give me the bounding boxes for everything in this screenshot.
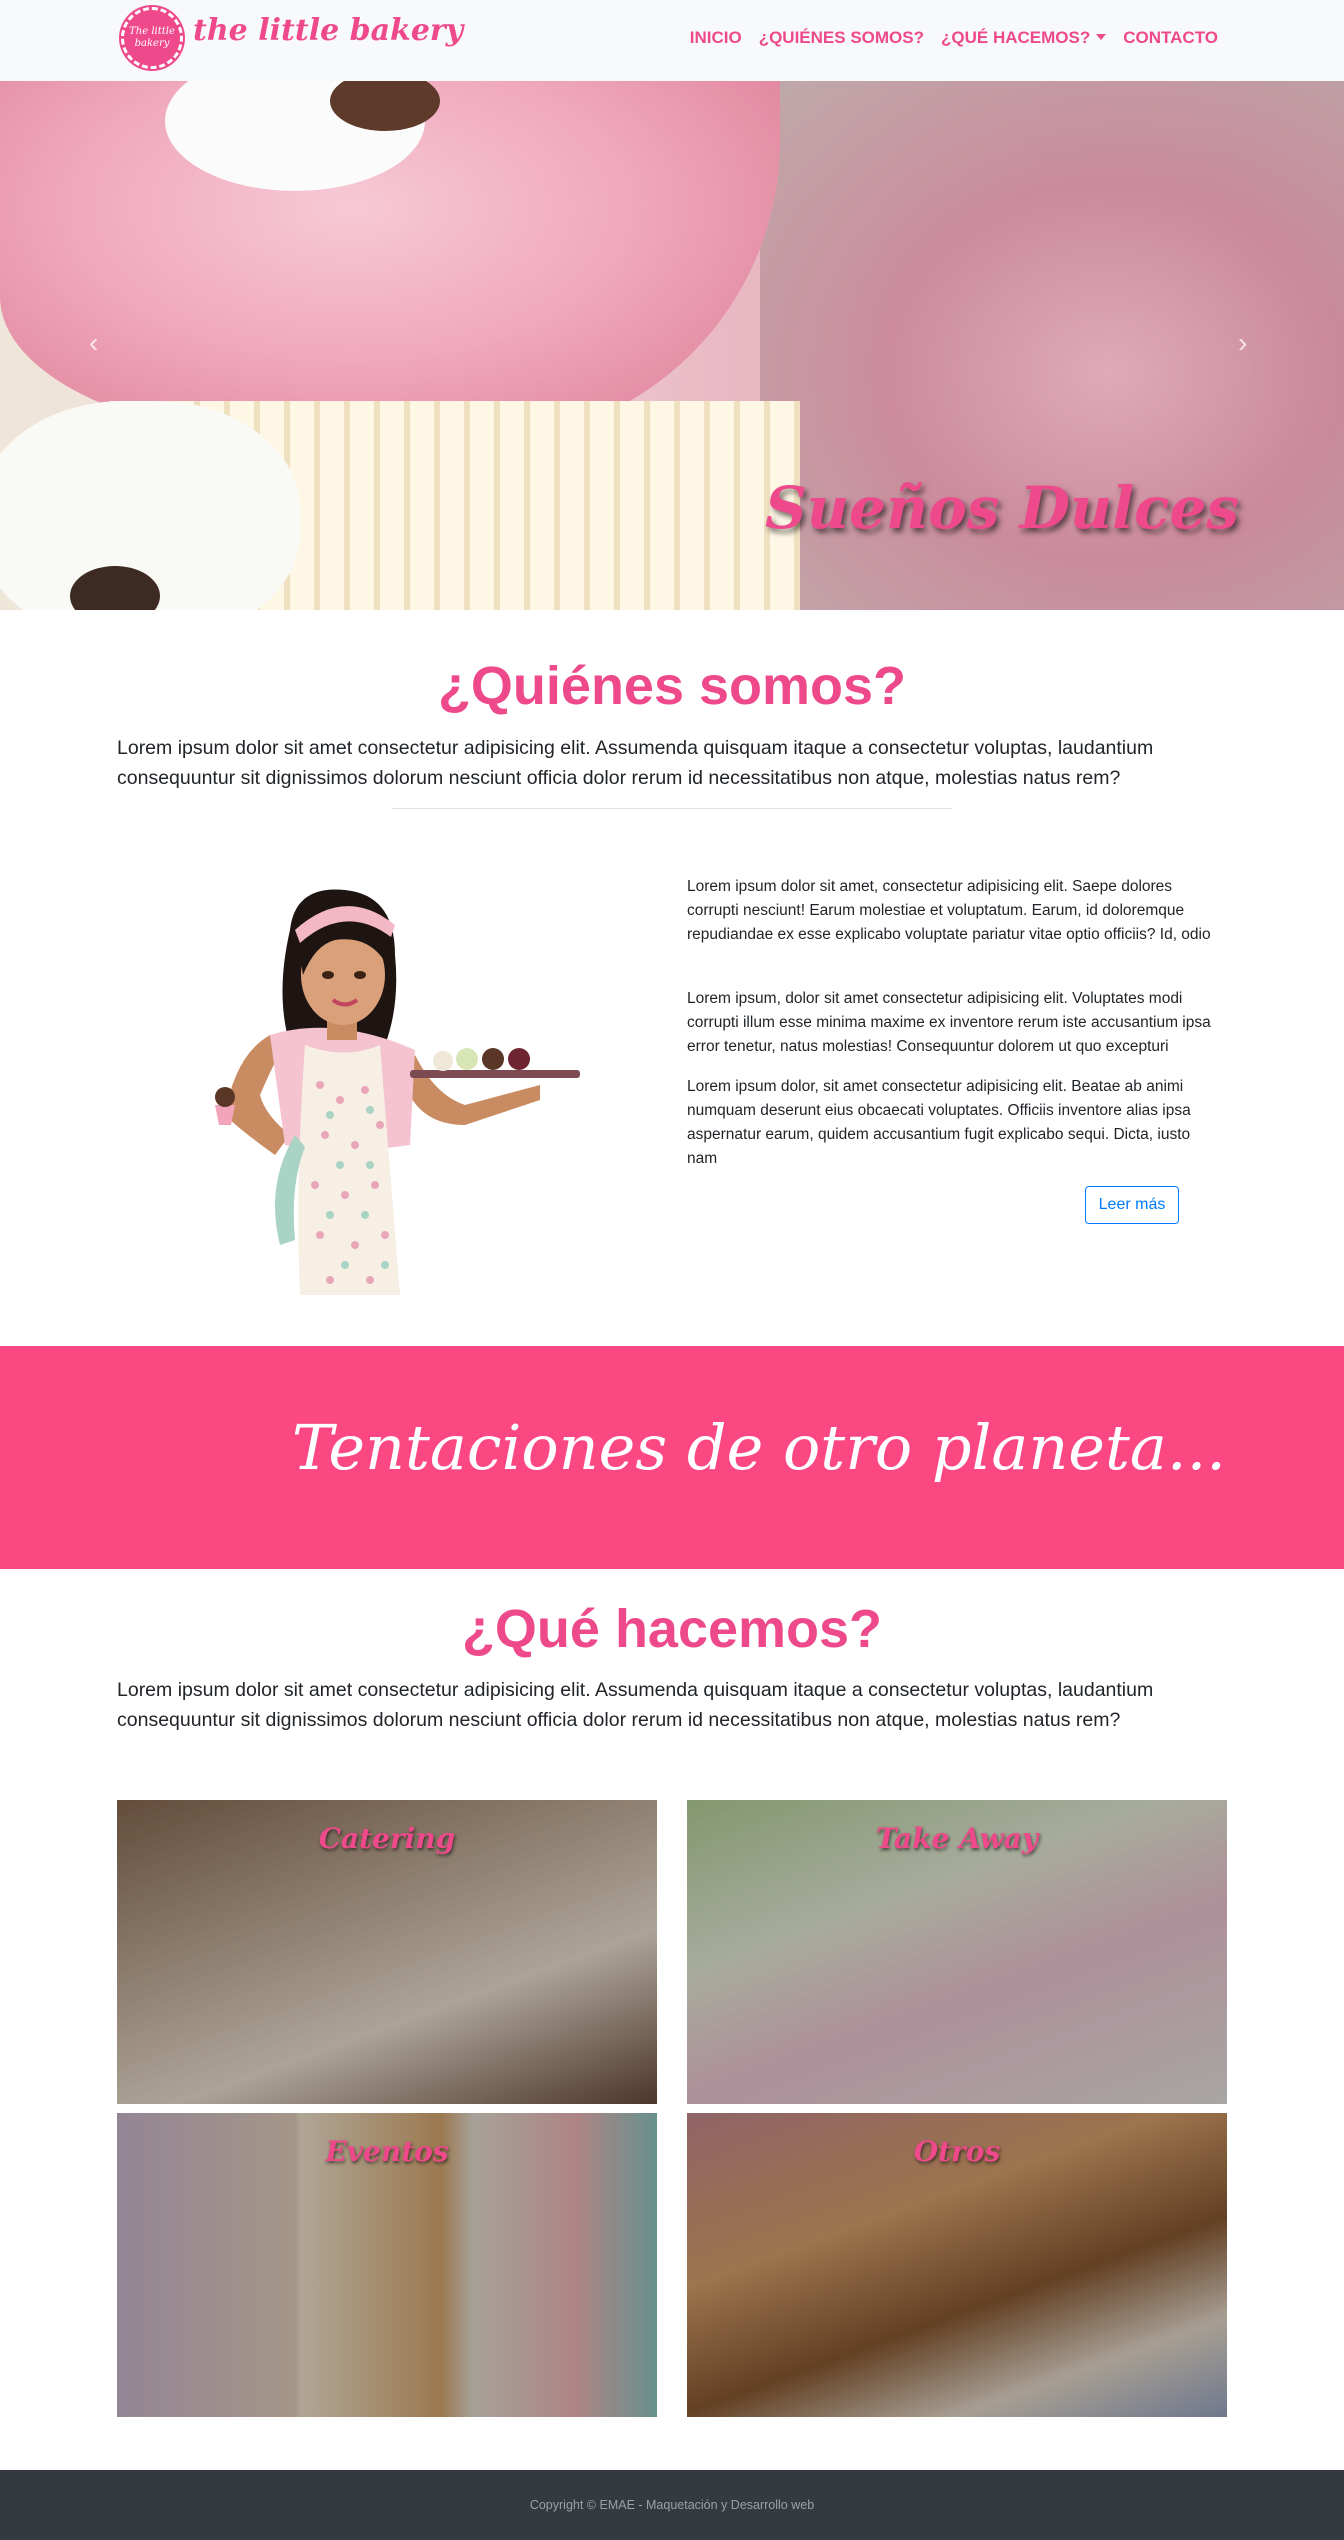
hero-caption: Sueños Dulces [765, 474, 1240, 542]
nav-item-inicio[interactable]: INICIO [690, 28, 742, 48]
footer-copyright: Copyright © EMAE - Maquetación y Desarro… [529, 2498, 815, 2512]
read-more-button[interactable]: Leer más [1085, 1186, 1179, 1224]
brand-name[interactable]: the little bakery [193, 13, 463, 48]
banner-text: Tentaciones de otro planeta... [291, 1411, 1226, 1484]
service-card-title: Eventos [325, 2135, 449, 2168]
baker-illustration [215, 889, 580, 1295]
divider [392, 808, 952, 809]
service-card-take-away[interactable]: Take Away [687, 1800, 1227, 2104]
chevron-left-icon[interactable]: ‹ [89, 327, 98, 359]
brand-logo[interactable]: The little bakery [121, 7, 183, 69]
service-card-title: Catering [318, 1822, 456, 1855]
service-card-catering[interactable]: Catering [117, 1800, 657, 2104]
footer: Copyright © EMAE - Maquetación y Desarro… [0, 2470, 1344, 2540]
chevron-down-icon [1096, 33, 1107, 40]
service-card-title: Take Away [875, 1822, 1039, 1855]
main-nav: INICIO ¿QUIÉNES SOMOS? ¿QUÉ HACEMOS? CON… [690, 28, 1218, 48]
service-card-eventos[interactable]: Eventos [117, 2113, 657, 2417]
navbar: The little bakery the little bakery INIC… [0, 0, 1344, 81]
quienes-lead: Lorem ipsum dolor sit amet consectetur a… [117, 737, 1154, 789]
chevron-right-icon[interactable]: › [1238, 327, 1247, 359]
about-paragraph: Lorem ipsum, dolor sit amet consectetur … [687, 990, 1211, 1055]
nav-item-que-hacemos[interactable]: ¿QUÉ HACEMOS? [941, 28, 1107, 48]
nav-item-contacto[interactable]: CONTACTO [1123, 28, 1218, 48]
hacemos-title: ¿Qué hacemos? [461, 1599, 883, 1659]
quienes-title: ¿Quiénes somos? [437, 656, 907, 716]
hacemos-lead: Lorem ipsum dolor sit amet consectetur a… [117, 1679, 1154, 1731]
promo-banner: Tentaciones de otro planeta... [0, 1346, 1344, 1569]
nav-item-que-hacemos-label: ¿QUÉ HACEMOS? [941, 28, 1091, 47]
nav-item-quienes[interactable]: ¿QUIÉNES SOMOS? [759, 28, 924, 48]
about-paragraph: Lorem ipsum dolor sit amet, consectetur … [687, 878, 1211, 943]
hero-carousel: ‹ › Sueños Dulces [0, 81, 1344, 610]
service-card-otros[interactable]: Otros [687, 2113, 1227, 2417]
about-paragraph: Lorem ipsum dolor, sit amet consectetur … [687, 1078, 1191, 1167]
service-card-title: Otros [913, 2135, 1001, 2168]
